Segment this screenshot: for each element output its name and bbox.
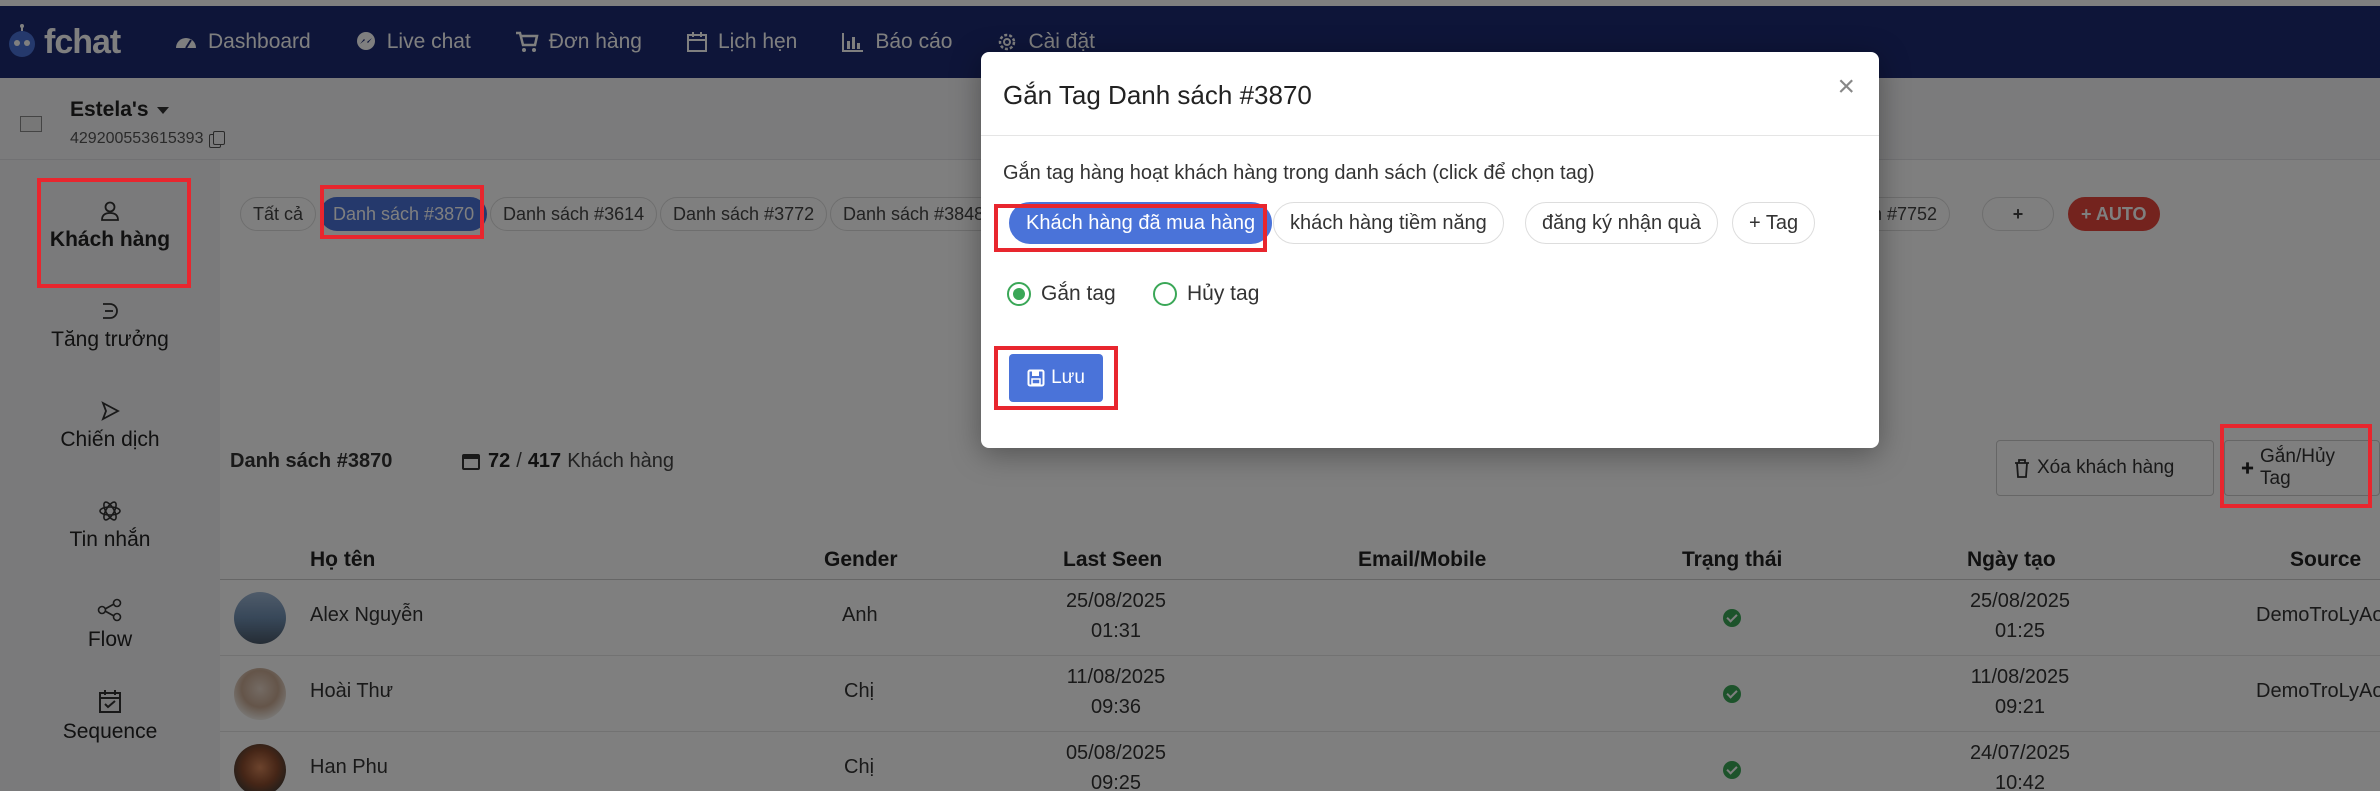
save-label: Lưu [1051,367,1085,388]
modal-header: Gắn Tag Danh sách #3870 × [981,52,1879,136]
assign-tag-modal: Gắn Tag Danh sách #3870 × Gắn tag hàng h… [981,52,1879,448]
modal-title: Gắn Tag Danh sách #3870 [1003,80,1312,110]
radio-checked-icon [1007,282,1031,306]
radio-assign-label: Gắn tag [1041,282,1116,305]
modal-description: Gắn tag hàng hoạt khách hàng trong danh … [1003,162,1595,184]
tag-option-purchased[interactable]: Khách hàng đã mua hàng [1009,202,1273,244]
radio-remove-tag[interactable]: Hủy tag [1153,282,1259,306]
radio-assign-tag[interactable]: Gắn tag [1007,282,1116,306]
radio-remove-label: Hủy tag [1187,282,1260,305]
floppy-disk-icon [1027,369,1045,387]
close-icon[interactable]: × [1837,70,1855,104]
save-button[interactable]: Lưu [1009,354,1103,402]
tag-option-potential[interactable]: khách hàng tiềm năng [1273,202,1504,244]
tag-option-gift-register[interactable]: đăng ký nhận quà [1525,202,1719,244]
radio-unchecked-icon [1153,282,1177,306]
add-tag-button[interactable]: + Tag [1732,202,1816,244]
